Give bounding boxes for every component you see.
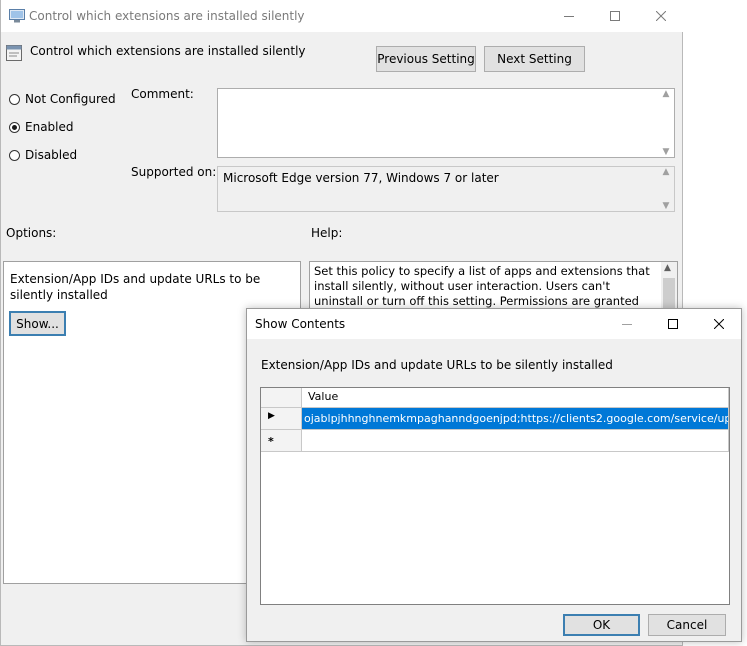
scroll-up-icon[interactable]: ▲ — [663, 167, 670, 177]
radio-enabled-label: Enabled — [25, 120, 74, 134]
maximize-icon — [668, 318, 678, 329]
radio-not-configured[interactable]: Not Configured — [9, 92, 116, 106]
grid-corner — [261, 388, 302, 408]
maximize-icon — [610, 10, 620, 21]
scroll-down-icon[interactable]: ▼ — [663, 201, 670, 211]
policy-setting-icon — [6, 45, 22, 61]
radio-disabled-label: Disabled — [25, 148, 78, 162]
radio-disabled-circle[interactable] — [9, 149, 20, 161]
scroll-up-icon[interactable]: ▲ — [663, 89, 670, 99]
supported-on-value: Microsoft Edge version 77, Windows 7 or … — [223, 171, 499, 185]
new-row-icon[interactable]: * — [261, 430, 302, 452]
values-grid: Value ▶ ojablpjhhnghnemkmpaghanndgoenjpd… — [260, 387, 730, 605]
dialog-title: Show Contents — [255, 317, 346, 331]
column-header-value[interactable]: Value — [302, 388, 729, 408]
radio-not-configured-label: Not Configured — [25, 92, 116, 106]
dialog-description: Extension/App IDs and update URLs to be … — [261, 358, 613, 372]
supported-on-scrollbar[interactable]: ▲ ▼ — [658, 167, 674, 211]
comment-label: Comment: — [131, 87, 194, 101]
supported-on-box: Microsoft Edge version 77, Windows 7 or … — [217, 166, 675, 212]
scroll-down-icon[interactable]: ▼ — [663, 147, 670, 157]
supported-on-label: Supported on: — [131, 165, 217, 179]
new-value-cell[interactable] — [302, 430, 729, 452]
next-setting-button[interactable]: Next Setting — [484, 46, 585, 72]
radio-enabled-circle[interactable] — [9, 121, 20, 133]
close-button[interactable] — [638, 0, 684, 31]
dialog-maximize-button[interactable] — [650, 309, 696, 338]
minimize-button[interactable] — [546, 0, 592, 31]
options-label: Options: — [6, 226, 57, 240]
scroll-up-icon[interactable]: ▲ — [664, 263, 671, 273]
dialog-minimize-button[interactable] — [604, 309, 650, 338]
row-selector-icon[interactable]: ▶ — [261, 408, 302, 430]
minimize-icon — [622, 323, 632, 325]
main-title-bar: Control which extensions are installed s… — [1, 0, 684, 32]
comment-scrollbar[interactable]: ▲ ▼ — [658, 89, 674, 157]
radio-disabled[interactable]: Disabled — [9, 148, 77, 162]
option-description: Extension/App IDs and update URLs to be … — [10, 272, 261, 302]
dialog-close-button[interactable] — [696, 309, 742, 338]
show-contents-dialog: Show Contents Extension/App IDs and upda… — [246, 308, 742, 642]
previous-setting-button[interactable]: Previous Setting — [376, 46, 476, 72]
close-icon — [714, 318, 724, 329]
minimize-icon — [564, 15, 574, 17]
setting-heading: Control which extensions are installed s… — [30, 44, 306, 58]
close-icon — [656, 10, 666, 21]
window-title: Control which extensions are installed s… — [29, 9, 305, 23]
policy-icon — [9, 9, 25, 23]
cancel-button[interactable]: Cancel — [648, 614, 726, 636]
ok-button[interactable]: OK — [563, 614, 640, 636]
radio-enabled[interactable]: Enabled — [9, 120, 74, 134]
show-button[interactable]: Show... — [9, 311, 66, 336]
dialog-title-bar: Show Contents — [247, 309, 741, 339]
value-cell[interactable]: ojablpjhhnghnemkmpaghanndgoenjpd;https:/… — [302, 408, 729, 430]
radio-not-configured-circle[interactable] — [9, 93, 20, 105]
comment-textarea[interactable]: ▲ ▼ — [217, 88, 675, 158]
maximize-button[interactable] — [592, 0, 638, 31]
help-label: Help: — [311, 226, 343, 240]
